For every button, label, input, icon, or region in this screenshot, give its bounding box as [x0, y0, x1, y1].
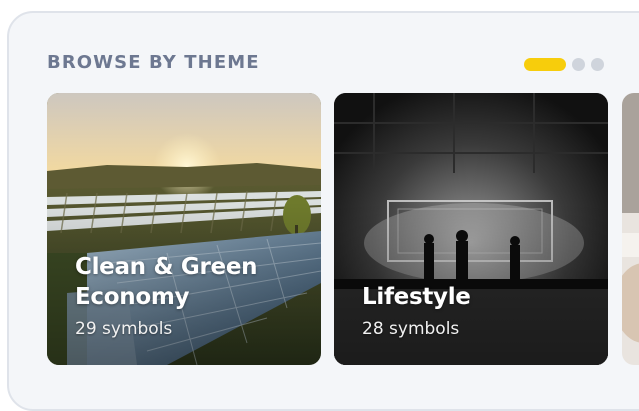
theme-card-clean-green-economy[interactable]: Clean & Green Economy 29 symbols [47, 93, 321, 365]
theme-card-lifestyle[interactable]: Lifestyle 28 symbols [334, 93, 608, 365]
pager-dot-2[interactable] [572, 58, 585, 71]
carousel-pager [524, 58, 604, 71]
theme-title: Clean & Green Economy [75, 254, 258, 310]
card-text: Clean & Green Economy 29 symbols [75, 252, 305, 339]
pager-dot-3[interactable] [591, 58, 604, 71]
symbol-count: 29 symbols [75, 319, 173, 339]
symbol-count: 28 symbols [362, 319, 460, 339]
section-title: BROWSE BY THEME [47, 52, 260, 73]
next-theme-image [622, 93, 639, 365]
theme-card-next[interactable] [622, 93, 639, 365]
card-text: Lifestyle 28 symbols [362, 282, 592, 339]
pager-dot-1[interactable] [524, 58, 566, 71]
theme-title: Lifestyle [362, 284, 471, 310]
